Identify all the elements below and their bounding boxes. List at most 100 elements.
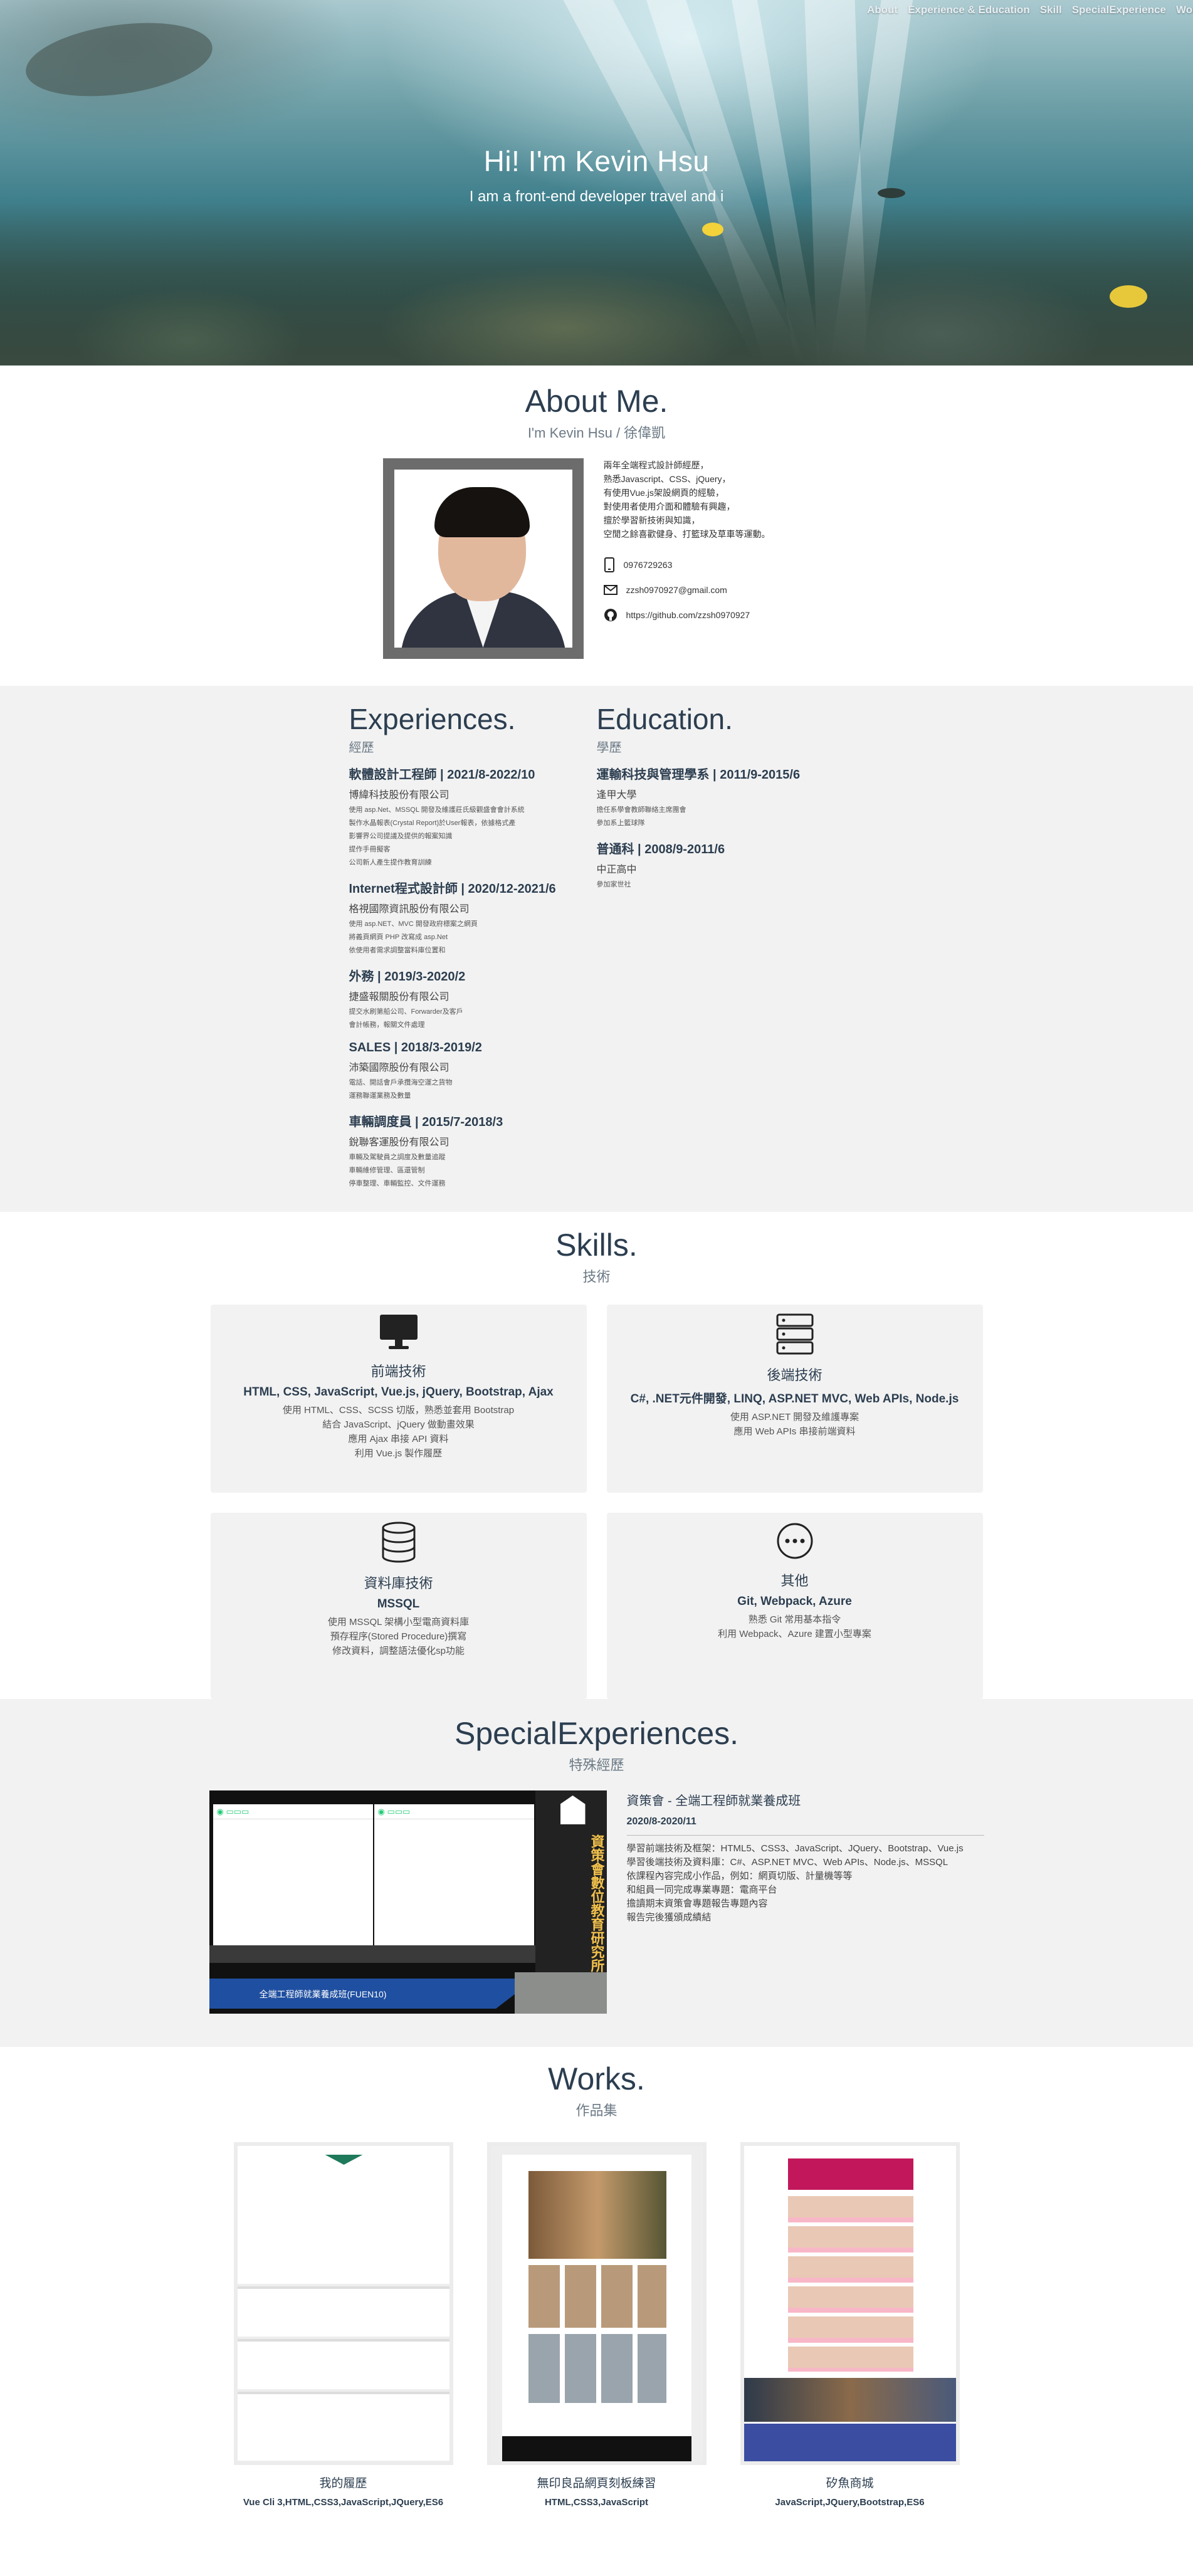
about-body: 兩年全端程式設計師經歷， 熟悉Javascript、CSS、jQuery， 有使…: [0, 458, 1193, 659]
school-desc: 擔任系學會教師聯絡主席團會 參加系上籃球隊: [597, 804, 844, 830]
fish-shape: [702, 223, 723, 236]
nav-about[interactable]: About: [867, 4, 898, 16]
github-link[interactable]: https://github.com/zzsh0970927: [626, 608, 750, 622]
job-desc: 電話、開話會戶承攬海空運之貨物 運務聯運業務及數量: [349, 1076, 597, 1103]
skill-title: 其他: [780, 1573, 809, 1589]
desc-line: 擔任系學會教師聯絡主席團會: [596, 806, 686, 814]
about-section: About Me. I'm Kevin Hsu / 徐偉凱 兩年全端程式設計師經…: [0, 365, 1193, 686]
skill-card-backend: 後端技術 C#, .NET元件開發, LINQ, ASP.NET MVC, We…: [606, 1305, 983, 1493]
nav-special[interactable]: SpecialExperience: [1072, 4, 1166, 16]
works-subtitle: 作品集: [575, 2103, 618, 2118]
contact-list: 0976729263 zzsh0970927@gmail.com https:/…: [603, 552, 811, 628]
work-card-resume[interactable]: 我的履歷 Vue Cli 3,HTML,CSS3,JavaScript,JQue…: [233, 2142, 453, 2508]
about-text: 兩年全端程式設計師經歷， 熟悉Javascript、CSS、jQuery， 有使…: [603, 458, 811, 659]
job-title: SALES | 2018/3-2019/2: [349, 1041, 482, 1054]
work-tech: JavaScript,JQuery,Bootstrap,ES6: [775, 2497, 925, 2508]
nav-experience[interactable]: Experience & Education: [908, 4, 1030, 16]
hero-subtitle: I am a front-end developer travel and i: [469, 188, 724, 205]
desk-strip: [209, 1945, 535, 1963]
email-address[interactable]: zzsh0970927@gmail.com: [626, 583, 727, 597]
skill-point: 應用 Web APIs 串接前端資料: [733, 1426, 856, 1437]
thumb-hero-image: [528, 2171, 666, 2259]
school-item: 普通科 | 2008/9-2011/6 中正高中 參加家世社: [597, 839, 844, 891]
skill-point: 使用 MSSQL 架構小型電商資料庫: [327, 1617, 470, 1627]
bio-line: 熟悉Javascript、CSS、jQuery，: [603, 474, 731, 484]
skill-grid: 前端技術 HTML, CSS, JavaScript, Vue.js, jQue…: [0, 1305, 1193, 1699]
skill-title: 前端技術: [371, 1364, 426, 1379]
school-name: 逢甲大學: [596, 790, 637, 801]
desc-line: 會計帳務，報關文件處理: [349, 1021, 425, 1029]
reef-background: [0, 202, 1193, 365]
screen-left: ◉ ▭▭▭: [213, 1804, 373, 1945]
skill-stack: MSSQL: [377, 1597, 420, 1611]
hero-title: Hi! I'm Kevin Hsu: [483, 145, 710, 177]
job-title: 車輛調度員 | 2015/7-2018/3: [349, 1115, 503, 1129]
work-card-fish-mall[interactable]: 矽魚商城 JavaScript,JQuery,Bootstrap,ES6: [740, 2142, 960, 2508]
work-title: 矽魚商城: [826, 2477, 874, 2490]
skill-point: 利用 Webpack、Azure 建置小型專案: [718, 1629, 871, 1639]
experience-column: Experiences. 經歷 軟體設計工程師 | 2021/8-2022/10…: [349, 702, 597, 1191]
training-photo: ◉ ▭▭▭ ◉ ▭▭▭ 全端工程師就業養成班(FUEN10) 資策會數位教育研究…: [209, 1790, 607, 2014]
school-desc: 參加家世社: [597, 878, 844, 891]
skill-card-database: 資料庫技術 MSSQL 使用 MSSQL 架構小型電商資料庫 預存程序(Stor…: [210, 1513, 587, 1699]
skill-point: 使用 ASP.NET 開發及維護專案: [730, 1412, 859, 1422]
desc-line: 運務聯運業務及數量: [349, 1092, 411, 1100]
work-title: 無印良品網頁刻板練習: [537, 2477, 656, 2490]
more-icon: [777, 1523, 812, 1559]
special-point: 擔讀期末資策會專題報告專題內容: [626, 1898, 768, 1909]
skill-stack: Git, Webpack, Azure: [737, 1595, 852, 1608]
top-nav: About Experience & Education Skill Speci…: [867, 0, 1193, 16]
desc-line: 參加家世社: [596, 881, 631, 888]
desc-line: 車輛及駕駛員之調度及數量追蹤: [349, 1154, 446, 1161]
job-desc: 提交水刷第船公司、Forwarder及客戶 會計帳務，報關文件處理: [349, 1006, 597, 1032]
fish-shape: [21, 12, 218, 107]
skill-point: 使用 HTML、CSS、SCSS 切版，熟悉並套用 Bootstrap: [282, 1405, 515, 1416]
special-section: SpecialExperiences. 特殊經歷 ◉ ▭▭▭ ◉ ▭▭▭ 全端工…: [0, 1699, 1193, 2047]
database-icon: [382, 1522, 415, 1563]
desc-line: 公司新人產生提作教育訓練: [349, 859, 432, 866]
work-thumbnail[interactable]: [486, 2142, 707, 2465]
job-company: 銳聯客運股份有限公司: [349, 1137, 449, 1148]
job-item: 外務 | 2019/3-2020/2 捷盛報關股份有限公司 提交水刷第船公司、F…: [349, 966, 597, 1032]
school-name: 中正高中: [596, 865, 637, 875]
job-title: Internet程式設計師 | 2020/12-2021/6: [349, 882, 556, 896]
school-title: 普通科 | 2008/9-2011/6: [596, 843, 725, 856]
experience-subtitle: 經歷: [349, 741, 374, 755]
contact-email: zzsh0970927@gmail.com: [603, 577, 811, 602]
special-body: ◉ ▭▭▭ ◉ ▭▭▭ 全端工程師就業養成班(FUEN10) 資策會數位教育研究…: [0, 1790, 1193, 2014]
special-title: SpecialExperiences.: [454, 1716, 739, 1751]
work-thumbnail[interactable]: [740, 2142, 960, 2465]
portrait: [394, 470, 572, 648]
education-title: Education.: [596, 703, 733, 735]
desc-line: 使用 asp.Net、MSSQL 開發及維護莊氏級觀盛會會計系統: [349, 806, 525, 814]
skill-point: 預存程序(Stored Procedure)撰寫: [330, 1631, 467, 1642]
skill-stack: C#, .NET元件開發, LINQ, ASP.NET MVC, Web API…: [630, 1392, 959, 1406]
skills-section: Skills. 技術 前端技術 HTML, CSS, JavaScript, V…: [0, 1212, 1193, 1699]
desc-line: 影響界公司提議及提供的報案知識: [349, 833, 453, 840]
work-title: 我的履歷: [319, 2477, 367, 2490]
work-card-muji[interactable]: 無印良品網頁刻板練習 HTML,CSS3,JavaScript: [486, 2142, 707, 2508]
thumb-panel: [237, 2146, 449, 2284]
job-item: Internet程式設計師 | 2020/12-2021/6 格視國際資訊股份有…: [349, 878, 597, 957]
thumb-product-grid: [528, 2334, 666, 2403]
nav-work[interactable]: Work: [1176, 4, 1193, 16]
hero-section: Hi! I'm Kevin Hsu I am a front-end devel…: [0, 0, 1193, 365]
profile-photo: [382, 458, 584, 659]
education-column: Education. 學歷 運輸科技與管理學系 | 2011/9-2015/6 …: [597, 702, 844, 1191]
nav-skill[interactable]: Skill: [1040, 4, 1062, 16]
work-thumbnail[interactable]: [233, 2142, 453, 2465]
works-grid: 我的履歷 Vue Cli 3,HTML,CSS3,JavaScript,JQue…: [0, 2142, 1193, 2508]
contact-phone: 0976729263: [604, 552, 811, 577]
screen-right: ◉ ▭▭▭: [374, 1804, 534, 1945]
experience-wrap: Experiences. 經歷 軟體設計工程師 | 2021/8-2022/10…: [0, 702, 1193, 1191]
works-section: Works. 作品集 我的履歷 Vue Cli 3,HTML,CSS3,Java…: [0, 2047, 1193, 2576]
bio-line: 兩年全端程式設計師經歷，: [603, 460, 709, 470]
special-heading: 資策會 - 全端工程師就業養成班: [626, 1794, 801, 1808]
desc-line: 提作手冊擬客: [349, 846, 391, 853]
school-item: 運輸科技與管理學系 | 2011/9-2015/6 逢甲大學 擔任系學會教師聯絡…: [597, 764, 844, 830]
thumb-panel: [237, 2339, 449, 2389]
fish-shape: [1110, 285, 1147, 308]
thumb-banner: [787, 2158, 913, 2190]
portrait-hair: [434, 487, 530, 537]
job-company: 捷盛報關股份有限公司: [349, 992, 449, 1002]
